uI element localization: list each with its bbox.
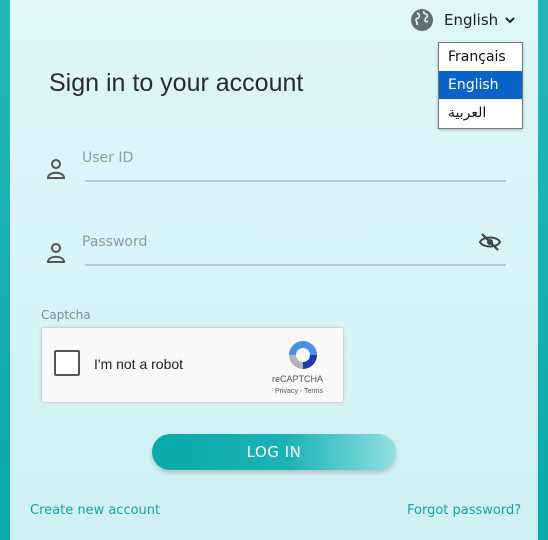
language-select[interactable]: English [444,11,516,29]
forgot-password-link[interactable]: Forgot password? [407,503,521,518]
chevron-down-icon [505,17,515,24]
recaptcha-logo-icon [289,341,317,369]
user-id-placeholder: User ID [82,150,134,166]
language-option-french[interactable]: Français [439,43,522,71]
right-edge [538,0,548,540]
language-switcher[interactable]: English [410,6,516,34]
recaptcha-privacy-terms[interactable]: Privacy - Terms [275,388,323,395]
left-edge [0,0,10,540]
recaptcha-widget: I'm not a robot reCAPTCHA Privacy - Term… [41,327,344,403]
language-option-english[interactable]: English [439,71,522,99]
language-dropdown: Français English العربية [438,42,523,129]
password-placeholder: Password [82,234,148,250]
password-underline [85,264,506,266]
recaptcha-checkbox[interactable] [54,350,80,376]
eye-off-icon[interactable] [478,230,502,254]
language-option-arabic[interactable]: العربية [439,99,522,127]
user-id-field[interactable]: User ID [40,130,506,182]
captcha-label: Captcha [41,308,91,322]
globe-icon [411,9,433,31]
user-icon [46,159,66,179]
login-button[interactable]: LOG IN [152,434,396,470]
password-field[interactable]: Password [40,214,506,266]
user-icon [46,243,66,263]
recaptcha-checkbox-label: I'm not a robot [94,356,184,372]
user-id-underline [85,180,506,182]
create-account-link[interactable]: Create new account [30,503,160,518]
page-title: Sign in to your account [49,69,304,97]
language-selected-value: English [444,11,499,29]
recaptcha-brand: reCAPTCHA [272,374,324,384]
